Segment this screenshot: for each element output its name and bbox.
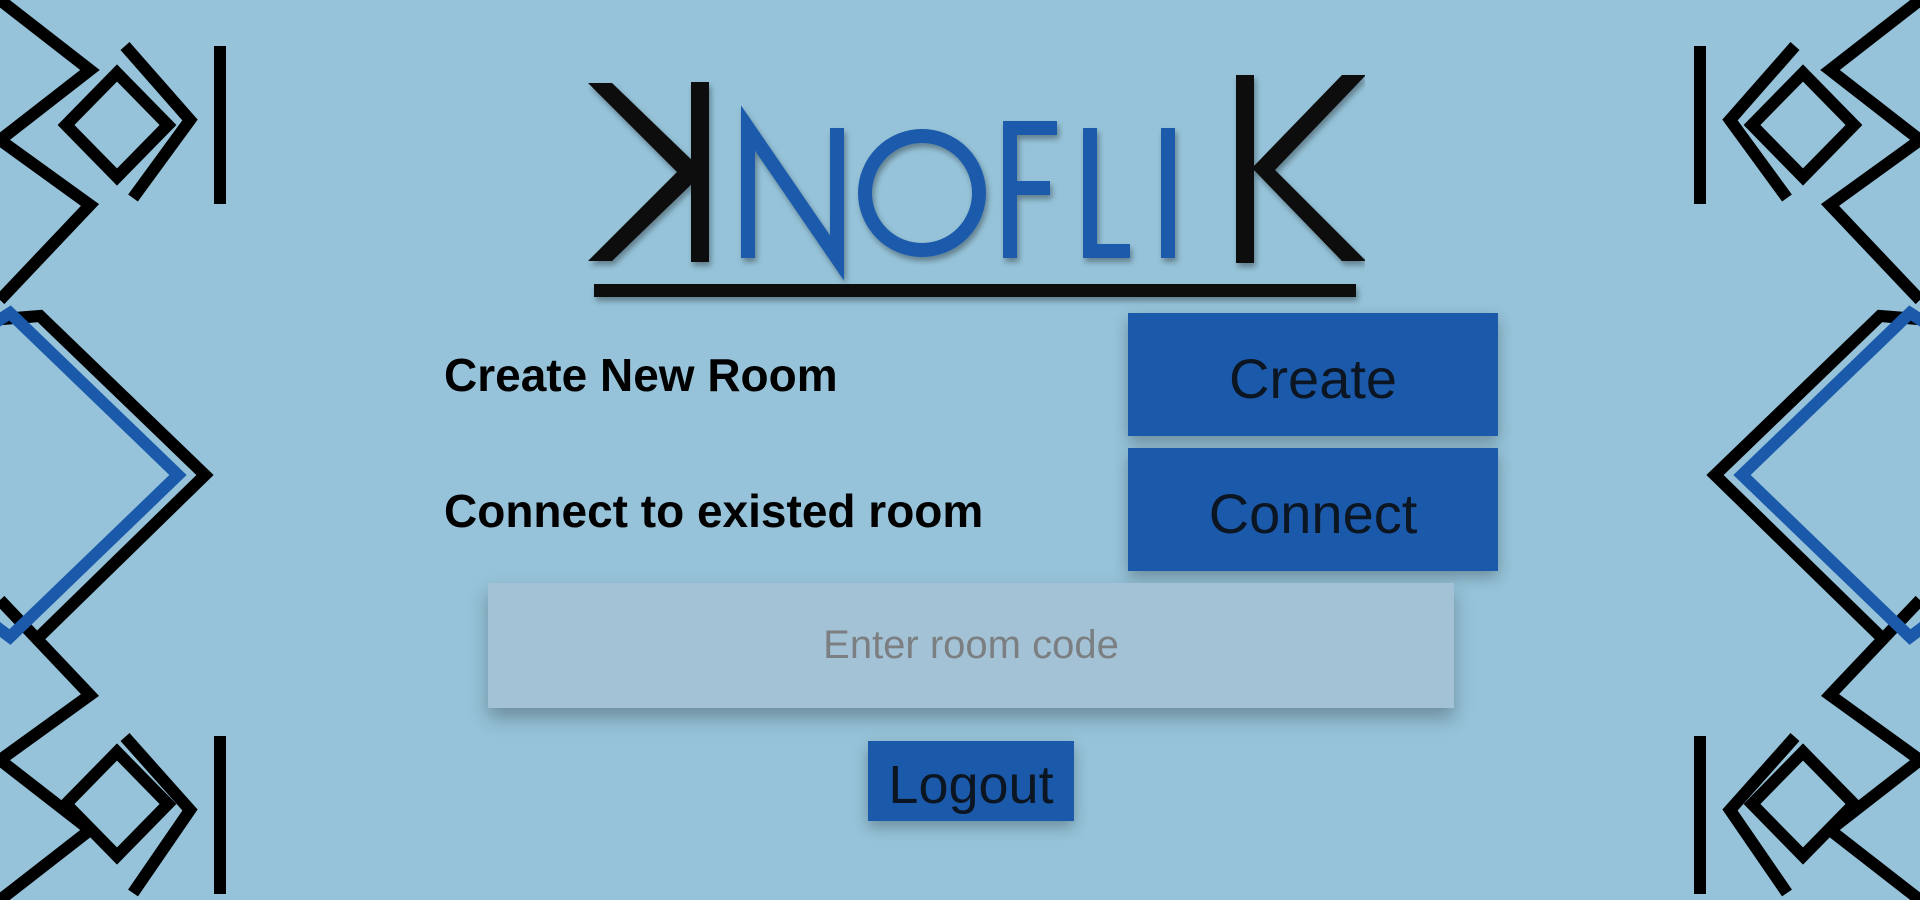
logout-button[interactable]: Logout xyxy=(868,741,1074,821)
logo-wordmark xyxy=(741,105,1175,281)
logout-button-label: Logout xyxy=(888,755,1054,815)
left-border-pattern xyxy=(0,0,226,900)
connect-room-label: Connect to existed room xyxy=(444,485,984,537)
create-button[interactable]: Create xyxy=(1128,313,1498,436)
right-border-pattern xyxy=(1694,0,1920,900)
create-button-label: Create xyxy=(1228,347,1398,410)
create-room-label: Create New Room xyxy=(444,349,838,401)
logo-underline xyxy=(594,284,1356,297)
logo-k xyxy=(1236,75,1365,263)
connect-button[interactable]: Connect xyxy=(1128,448,1498,571)
logo-mirrored-k xyxy=(588,82,709,262)
knoflik-logo xyxy=(588,75,1365,297)
connect-button-label: Connect xyxy=(1208,482,1418,545)
room-code-input[interactable] xyxy=(488,583,1454,708)
